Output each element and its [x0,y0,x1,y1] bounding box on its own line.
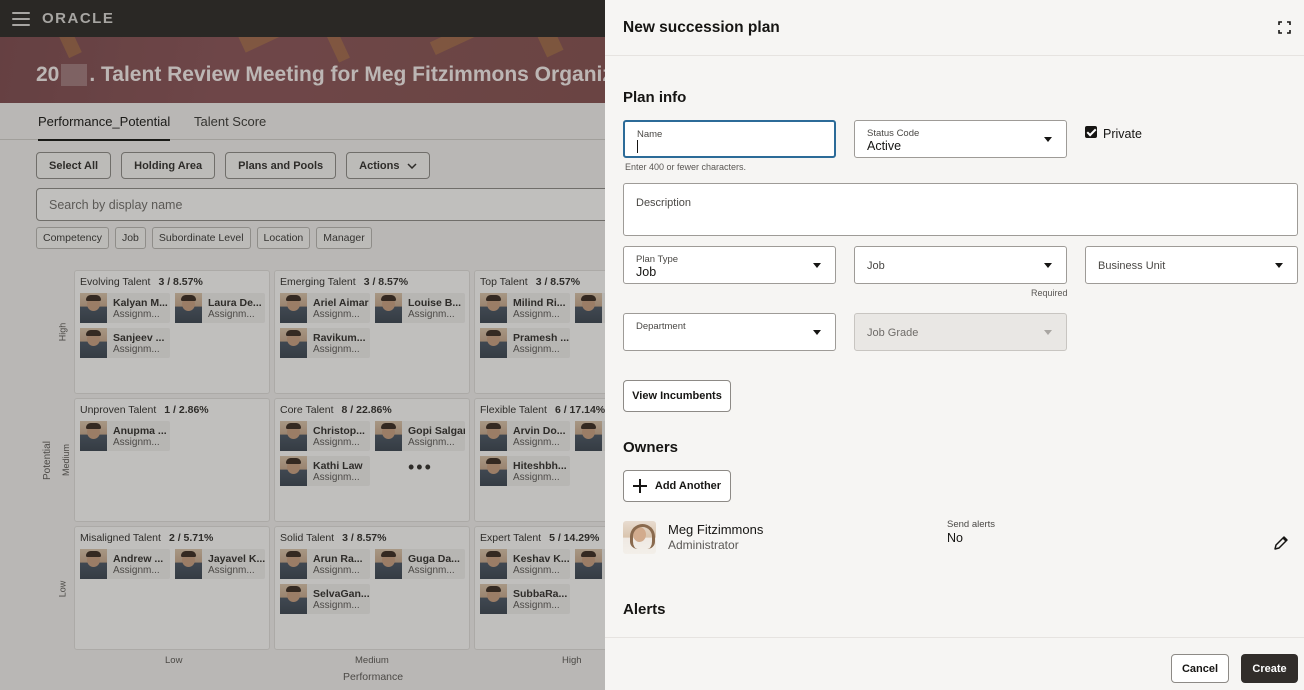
expand-icon[interactable] [1278,21,1291,34]
description-field[interactable]: Description [623,183,1298,236]
status-code-select[interactable]: Status Code Active [854,120,1067,158]
dropdown-caret-icon [1275,263,1283,268]
plan-type-label: Plan Type [636,254,679,265]
pencil-edit-icon[interactable] [1272,534,1290,552]
owner-avatar [623,521,656,554]
private-label: Private [1103,127,1142,141]
drawer-title: New succession plan [623,19,780,36]
dropdown-caret-icon [813,263,821,268]
view-incumbents-button[interactable]: View Incumbents [623,380,731,412]
description-label: Description [636,197,692,209]
status-code-value: Active [867,139,902,153]
dropdown-caret-icon [813,330,821,335]
dropdown-caret-icon [1044,137,1052,142]
private-checkbox[interactable] [1085,126,1097,138]
job-required-hint: Required [1031,288,1068,298]
send-alerts-label: Send alerts [947,519,996,530]
drawer-footer: Cancel Create [605,637,1304,690]
department-select[interactable]: Department [623,313,836,351]
plan-info-heading: Plan info [623,89,687,106]
plan-type-value: Job [636,265,657,279]
name-hint: Enter 400 or fewer characters. [625,162,747,172]
dropdown-caret-icon [1044,330,1052,335]
job-label: Job [867,260,885,272]
business-unit-select[interactable]: Business Unit [1085,246,1298,284]
send-alerts-value: No [947,531,963,545]
department-label: Department [636,321,686,332]
plan-type-select[interactable]: Plan Type Job [623,246,836,284]
create-button[interactable]: Create [1241,654,1298,683]
dropdown-caret-icon [1044,263,1052,268]
modal-overlay[interactable] [0,0,605,690]
alerts-heading: Alerts [623,601,666,618]
owners-heading: Owners [623,439,679,456]
job-grade-label: Job Grade [867,327,919,339]
owner-name: Meg Fitzimmons [668,522,764,537]
cancel-button[interactable]: Cancel [1171,654,1229,683]
add-another-button[interactable]: Add Another [623,470,731,502]
owner-role: Administrator [668,538,739,552]
text-cursor [637,140,638,153]
status-code-label: Status Code [867,128,920,139]
name-label: Name [637,129,663,140]
drawer-header: New succession plan [605,0,1304,56]
add-another-label: Add Another [654,480,722,492]
business-unit-label: Business Unit [1098,260,1166,272]
job-select[interactable]: Job [854,246,1067,284]
plus-icon [632,479,647,493]
new-succession-plan-drawer: New succession plan Plan info Name Enter… [605,0,1304,690]
job-grade-select: Job Grade [854,313,1067,351]
name-field[interactable]: Name [623,120,836,158]
